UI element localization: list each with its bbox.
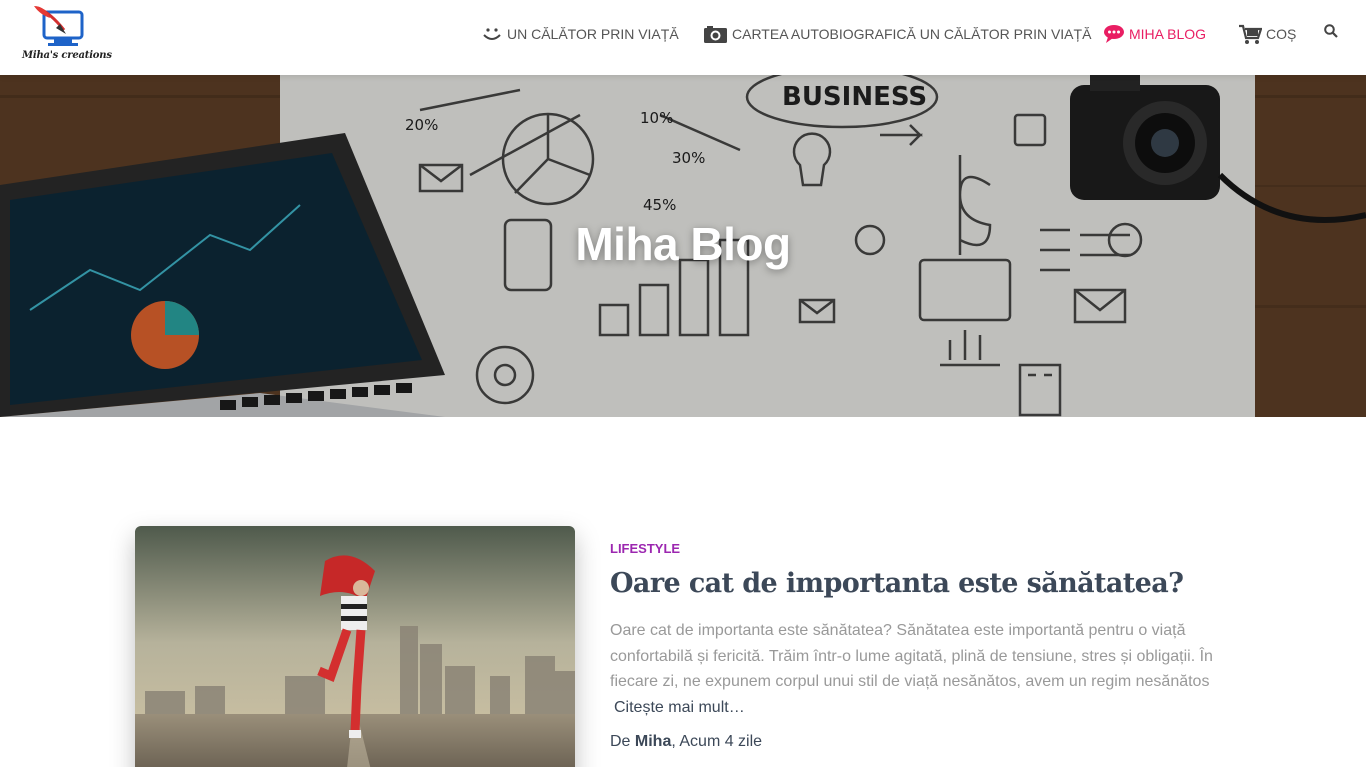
nav-label: UN CĂLĂTOR PRIN VIAȚĂ xyxy=(507,26,679,42)
hero-banner: 20% 10% 30% 45% BUSINESS Miha Blog xyxy=(0,75,1366,417)
site-logo[interactable]: Miha's creations xyxy=(20,6,112,66)
smile-icon xyxy=(483,28,501,40)
post-byline: De Miha, Acum 4 zile xyxy=(610,733,762,751)
page-title: Miha Blog xyxy=(575,218,791,270)
nav-label: CARTEA AUTOBIOGRAFICĂ UN CĂLĂTOR PRIN VI… xyxy=(732,26,1092,42)
nav-item-miha-blog[interactable]: MIHA BLOG xyxy=(1103,22,1206,46)
post-time: , Acum 4 zile xyxy=(671,733,763,750)
nav-item-cartea[interactable]: CARTEA AUTOBIOGRAFICĂ UN CĂLĂTOR PRIN VI… xyxy=(703,22,1091,46)
post-excerpt: Oare cat de importanta este sănătatea? S… xyxy=(610,618,1230,720)
nav-label: MIHA BLOG xyxy=(1129,26,1207,42)
cart-icon xyxy=(1239,24,1262,44)
nav-label: COȘ xyxy=(1266,26,1297,42)
search-icon xyxy=(1324,24,1338,38)
logo-text: Miha's creations xyxy=(22,50,112,61)
search-button[interactable] xyxy=(1324,24,1338,43)
byline-prefix: De xyxy=(610,733,631,750)
post-thumbnail[interactable] xyxy=(135,526,575,767)
nav-item-cos[interactable]: COȘ xyxy=(1238,22,1296,46)
post-category[interactable]: LIFESTYLE xyxy=(610,541,680,556)
post-author[interactable]: Miha xyxy=(635,733,671,750)
chat-bubble-icon xyxy=(1104,25,1124,43)
camera-icon xyxy=(704,26,727,43)
nav-item-un-calator[interactable]: UN CĂLĂTOR PRIN VIAȚĂ xyxy=(481,22,679,46)
excerpt-text: Oare cat de importanta este sănătatea? S… xyxy=(610,622,1213,690)
logo-icon xyxy=(34,6,84,46)
site-header: Miha's creations UN CĂLĂTOR PRIN VIAȚĂ C… xyxy=(0,0,1366,75)
post-image xyxy=(135,526,575,767)
post-title[interactable]: Oare cat de importanta este sănătatea? xyxy=(610,568,1184,599)
read-more-link[interactable]: Citește mai mult… xyxy=(614,699,745,716)
